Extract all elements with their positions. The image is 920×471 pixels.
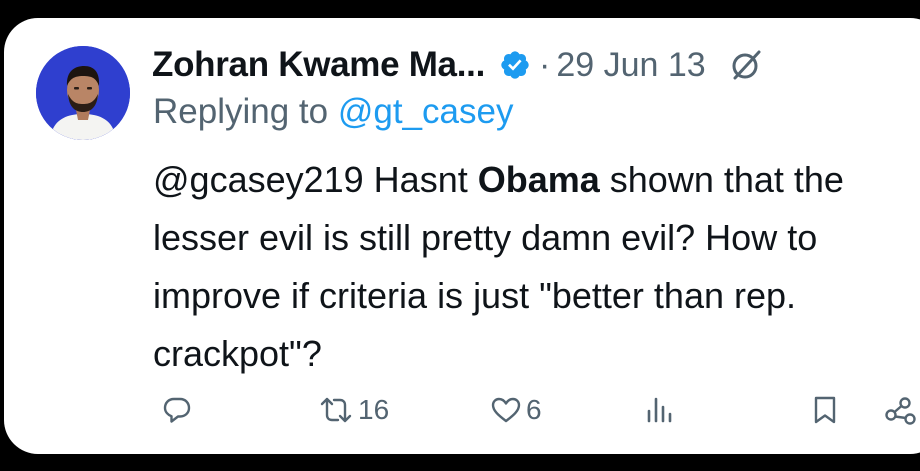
action-bar: 16 6 [4,390,920,430]
retweet-button[interactable]: 16 [318,390,389,430]
reply-icon [162,395,192,425]
tweet-text-part1: @gcasey219 Hasnt [153,159,478,200]
tweet-date[interactable]: 29 Jun 13 [556,46,705,85]
views-button[interactable] [645,390,675,430]
verified-badge-icon [499,49,531,81]
bookmark-icon [810,395,840,425]
like-count: 6 [526,394,542,425]
tweet-text-bold: Obama [477,159,600,200]
replying-handle-link[interactable]: @gt_casey [338,92,514,131]
views-icon [645,395,675,425]
author-name[interactable]: Zohran Kwame Ma... [152,45,485,85]
tweet-text: @gcasey219 Hasnt Obama shown that the le… [153,151,913,383]
share-icon [884,395,920,425]
reply-button[interactable] [162,390,192,430]
tweet-header: Zohran Kwame Ma... · 29 Jun 13 [152,42,764,88]
share-button[interactable] [884,390,920,430]
retweet-icon [318,395,354,425]
separator-dot: · [539,45,551,84]
retweet-count: 16 [358,394,390,425]
grok-icon[interactable] [728,47,764,83]
replying-to: Replying to @gt_casey [153,92,513,132]
bookmark-button[interactable] [810,390,840,430]
like-button[interactable]: 6 [490,390,542,430]
like-icon [490,395,522,425]
avatar-photo [36,46,130,140]
tweet-card[interactable]: Zohran Kwame Ma... · 29 Jun 13 Replying … [4,18,920,454]
replying-prefix: Replying to [153,92,338,131]
avatar[interactable] [36,46,130,140]
